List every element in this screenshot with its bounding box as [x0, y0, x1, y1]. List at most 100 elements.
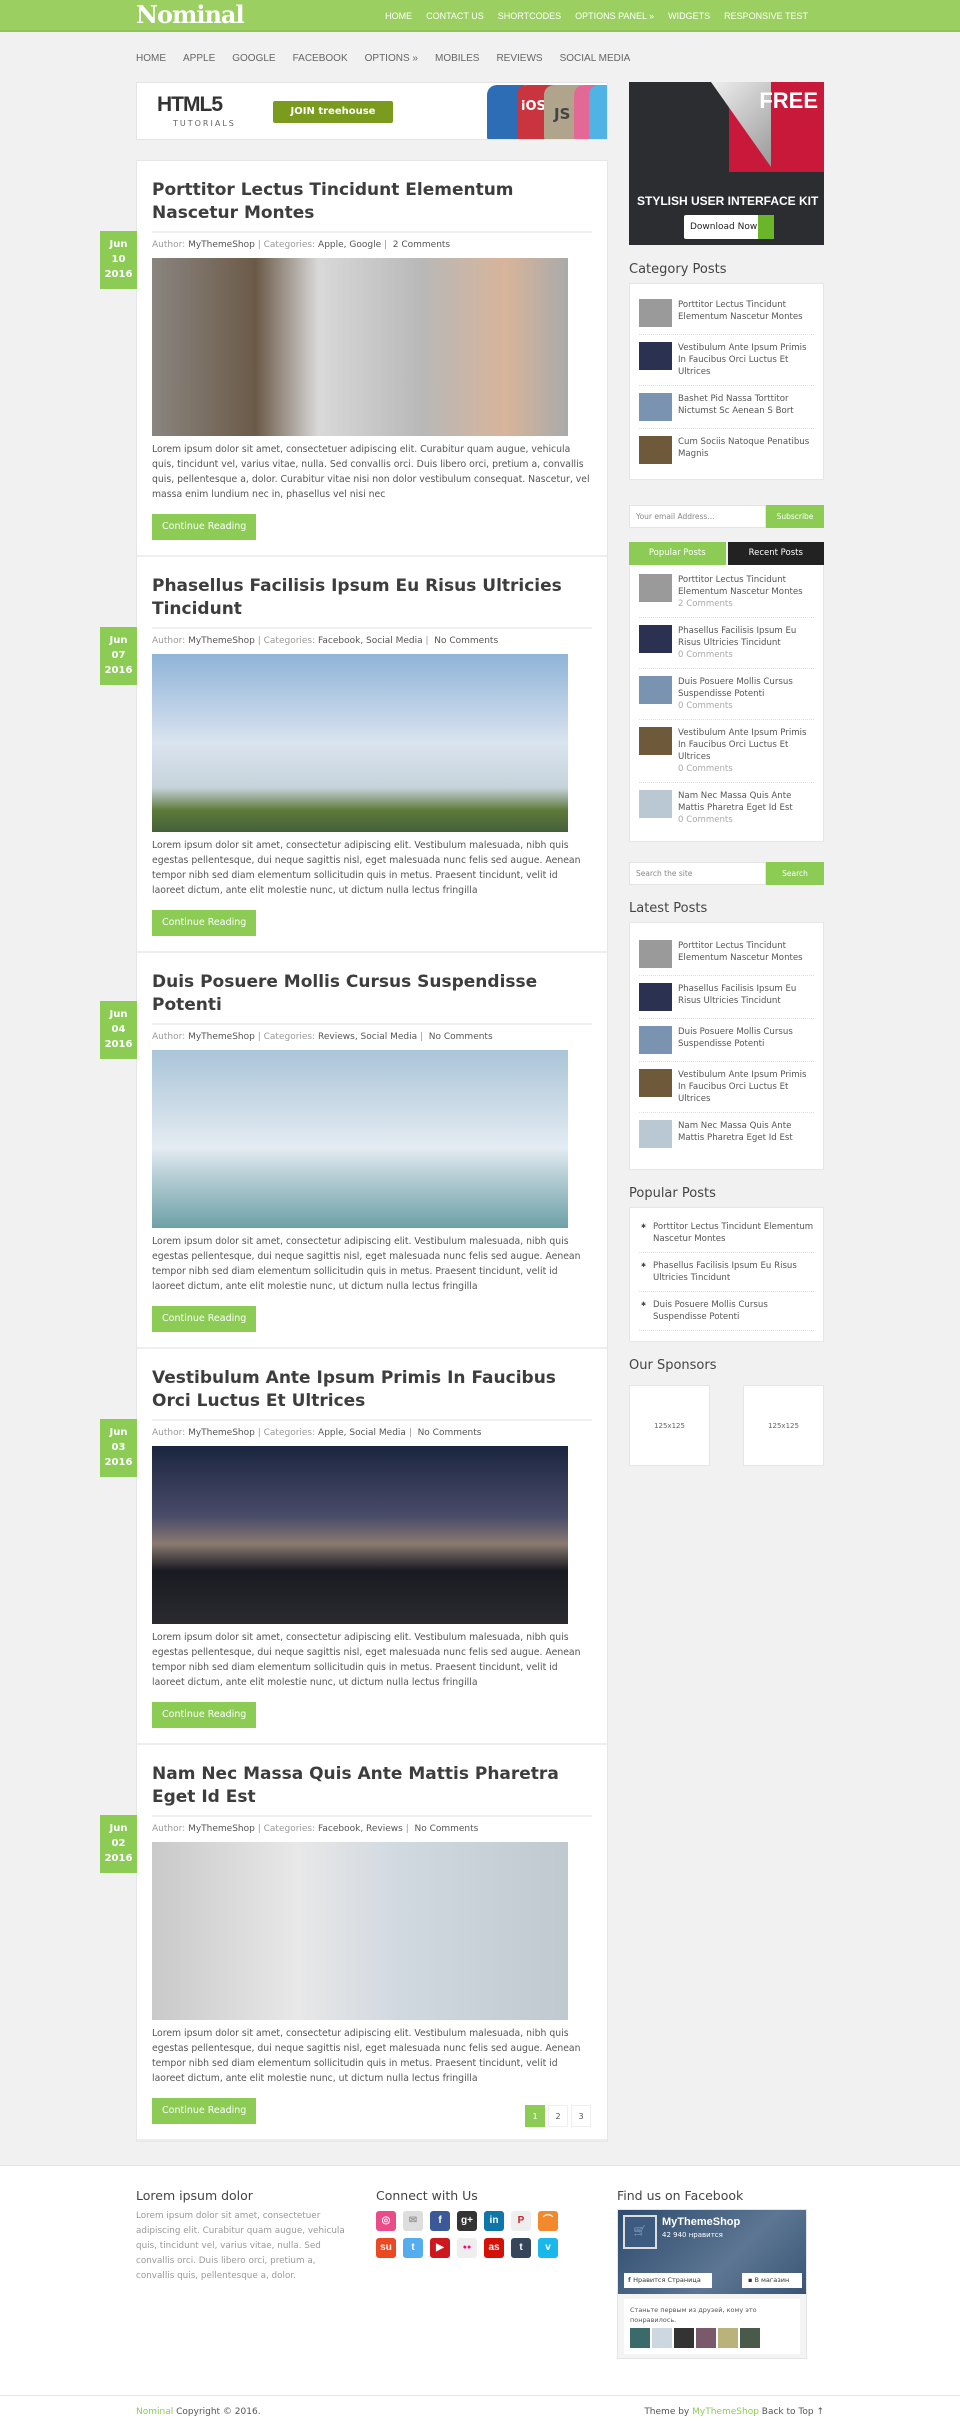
mythemeshop-link[interactable]: MyThemeShop: [692, 2407, 759, 2417]
cat-nav-apple[interactable]: APPLE: [183, 53, 215, 64]
google-plus-icon[interactable]: g+: [457, 2211, 477, 2231]
widget-post-title[interactable]: Duis Posuere Mollis Cursus Suspendisse P…: [678, 1026, 814, 1050]
widget-list-item[interactable]: Porttitor Lectus Tincidunt Elementum Nas…: [639, 933, 814, 976]
flickr-icon[interactable]: ●●: [457, 2238, 477, 2258]
widget-list-item[interactable]: Duis Posuere Mollis Cursus Suspendisse P…: [639, 1019, 814, 1062]
widget-post-title[interactable]: Phasellus Facilisis Ipsum Eu Risus Ultri…: [678, 625, 814, 649]
widget-post-title[interactable]: Porttitor Lectus Tincidunt Elementum Nas…: [678, 299, 814, 323]
cat-nav-social-media[interactable]: SOCIAL MEDIA: [560, 53, 631, 64]
author-link[interactable]: MyThemeShop: [188, 1824, 255, 1834]
widget-list-item[interactable]: Cum Sociis Natoque Penatibus Magnis: [639, 429, 814, 471]
footer-brand-link[interactable]: Nominal: [136, 2407, 173, 2417]
widget-post-title[interactable]: Vestibulum Ante Ipsum Primis In Faucibus…: [678, 342, 814, 378]
popular-post-link[interactable]: Phasellus Facilisis Ipsum Eu Risus Ultri…: [639, 1253, 814, 1292]
continue-reading-button[interactable]: Continue Reading: [152, 514, 257, 540]
search-button[interactable]: Search: [766, 862, 824, 885]
post-title[interactable]: Nam Nec Massa Quis Ante Mattis Pharetra …: [152, 1763, 592, 1817]
post-thumbnail[interactable]: [639, 1069, 672, 1097]
post-featured-image[interactable]: [152, 654, 568, 832]
post-featured-image[interactable]: [152, 1050, 568, 1228]
post-thumbnail[interactable]: [639, 983, 672, 1011]
top-nav-widgets[interactable]: WIDGETS: [668, 11, 710, 21]
dribbble-icon[interactable]: ◎: [376, 2211, 396, 2231]
cat-nav-facebook[interactable]: FACEBOOK: [293, 53, 348, 64]
vimeo-icon[interactable]: v: [538, 2238, 558, 2258]
twitter-icon[interactable]: t: [403, 2238, 423, 2258]
popular-post-link[interactable]: Duis Posuere Mollis Cursus Suspendisse P…: [639, 1292, 814, 1331]
email-input[interactable]: Your email Address...: [629, 505, 766, 528]
widget-list-item[interactable]: Nam Nec Massa Quis Ante Mattis Pharetra …: [639, 1113, 814, 1155]
widget-list-item[interactable]: Vestibulum Ante Ipsum Primis In Faucibus…: [639, 720, 814, 783]
post-featured-image[interactable]: [152, 1842, 568, 2020]
post-title[interactable]: Porttitor Lectus Tincidunt Elementum Nas…: [152, 179, 592, 233]
post-title[interactable]: Phasellus Facilisis Ipsum Eu Risus Ultri…: [152, 575, 592, 629]
email-icon[interactable]: ✉: [403, 2211, 423, 2231]
lastfm-icon[interactable]: as: [484, 2238, 504, 2258]
widget-post-title[interactable]: Vestibulum Ante Ipsum Primis In Faucibus…: [678, 727, 814, 763]
download-now-button[interactable]: Download Now: [684, 215, 774, 239]
widget-post-title[interactable]: Duis Posuere Mollis Cursus Suspendisse P…: [678, 676, 814, 700]
widget-list-item[interactable]: Nam Nec Massa Quis Ante Mattis Pharetra …: [639, 783, 814, 833]
author-link[interactable]: MyThemeShop: [188, 1032, 255, 1042]
sponsor-slot[interactable]: 125x125: [743, 1385, 824, 1466]
post-thumbnail[interactable]: [639, 299, 672, 327]
widget-post-title[interactable]: Vestibulum Ante Ipsum Primis In Faucibus…: [678, 1069, 814, 1105]
widget-list-item[interactable]: Bashet Pid Nassa Torttitor Nictumst Sc A…: [639, 386, 814, 429]
widget-post-title[interactable]: Nam Nec Massa Quis Ante Mattis Pharetra …: [678, 790, 814, 814]
post-thumbnail[interactable]: [639, 940, 672, 968]
facebook-icon[interactable]: f: [430, 2211, 450, 2231]
category-links[interactable]: Reviews, Social Media: [318, 1032, 417, 1042]
post-thumbnail[interactable]: [639, 342, 672, 370]
cat-nav-mobiles[interactable]: MOBILES: [435, 53, 479, 64]
join-treehouse-button[interactable]: JOIN treehouse: [273, 101, 393, 123]
pinterest-icon[interactable]: P: [511, 2211, 531, 2231]
post-thumbnail[interactable]: [639, 676, 672, 704]
widget-post-title[interactable]: Bashet Pid Nassa Torttitor Nictumst Sc A…: [678, 393, 814, 417]
subscribe-button[interactable]: Subscribe: [766, 505, 824, 528]
post-thumbnail[interactable]: [639, 727, 672, 755]
comments-link[interactable]: 2 Comments: [393, 240, 450, 250]
stumbleupon-icon[interactable]: su: [376, 2238, 396, 2258]
comments-link[interactable]: No Comments: [414, 1824, 478, 1834]
author-link[interactable]: MyThemeShop: [188, 636, 255, 646]
widget-list-item[interactable]: Porttitor Lectus Tincidunt Elementum Nas…: [639, 567, 814, 618]
post-thumbnail[interactable]: [639, 393, 672, 421]
cat-nav-home[interactable]: HOME: [136, 53, 166, 64]
top-nav-shortcodes[interactable]: SHORTCODES: [498, 11, 561, 21]
widget-list-item[interactable]: Phasellus Facilisis Ipsum Eu Risus Ultri…: [639, 976, 814, 1019]
category-links[interactable]: Facebook, Social Media: [318, 636, 423, 646]
ui-kit-ad[interactable]: FREE STYLISH USER INTERFACE KIT Download…: [629, 82, 824, 245]
category-links[interactable]: Facebook, Reviews: [318, 1824, 403, 1834]
widget-list-item[interactable]: Phasellus Facilisis Ipsum Eu Risus Ultri…: [639, 618, 814, 669]
popular-post-link[interactable]: Porttitor Lectus Tincidunt Elementum Nas…: [639, 1214, 814, 1253]
cat-nav-options[interactable]: OPTIONS »: [365, 53, 418, 64]
author-link[interactable]: MyThemeShop: [188, 1428, 255, 1438]
top-nav-options-panel[interactable]: OPTIONS PANEL »: [575, 11, 654, 21]
category-links[interactable]: Apple, Google: [318, 240, 381, 250]
sponsor-slot[interactable]: 125x125: [629, 1385, 710, 1466]
treehouse-banner-ad[interactable]: HTML5 TUTORIALS JOIN treehouse iOS JS: [136, 82, 608, 140]
comments-link[interactable]: No Comments: [429, 1032, 493, 1042]
fb-shop-button[interactable]: ▪ В магазин: [742, 2273, 802, 2288]
author-link[interactable]: MyThemeShop: [188, 240, 255, 250]
widget-post-title[interactable]: Cum Sociis Natoque Penatibus Magnis: [678, 436, 814, 460]
post-featured-image[interactable]: [152, 258, 568, 436]
widget-post-title[interactable]: Nam Nec Massa Quis Ante Mattis Pharetra …: [678, 1120, 814, 1144]
widget-list-item[interactable]: Vestibulum Ante Ipsum Primis In Faucibus…: [639, 1062, 814, 1113]
site-logo[interactable]: Nominal: [136, 0, 245, 30]
post-thumbnail[interactable]: [639, 436, 672, 464]
cat-nav-google[interactable]: GOOGLE: [232, 53, 275, 64]
search-input[interactable]: Search the site: [629, 862, 766, 885]
widget-list-item[interactable]: Porttitor Lectus Tincidunt Elementum Nas…: [639, 292, 814, 335]
post-title[interactable]: Vestibulum Ante Ipsum Primis In Faucibus…: [152, 1367, 592, 1421]
top-nav-responsive-test[interactable]: RESPONSIVE TEST: [724, 11, 808, 21]
widget-post-title[interactable]: Porttitor Lectus Tincidunt Elementum Nas…: [678, 940, 814, 964]
comments-link[interactable]: No Comments: [418, 1428, 482, 1438]
fb-page-name[interactable]: MyThemeShop: [662, 2216, 740, 2228]
post-thumbnail[interactable]: [639, 1120, 672, 1148]
post-thumbnail[interactable]: [639, 1026, 672, 1054]
category-links[interactable]: Apple, Social Media: [318, 1428, 406, 1438]
widget-list-item[interactable]: Vestibulum Ante Ipsum Primis In Faucibus…: [639, 335, 814, 386]
comments-link[interactable]: No Comments: [434, 636, 498, 646]
continue-reading-button[interactable]: Continue Reading: [152, 2098, 257, 2124]
